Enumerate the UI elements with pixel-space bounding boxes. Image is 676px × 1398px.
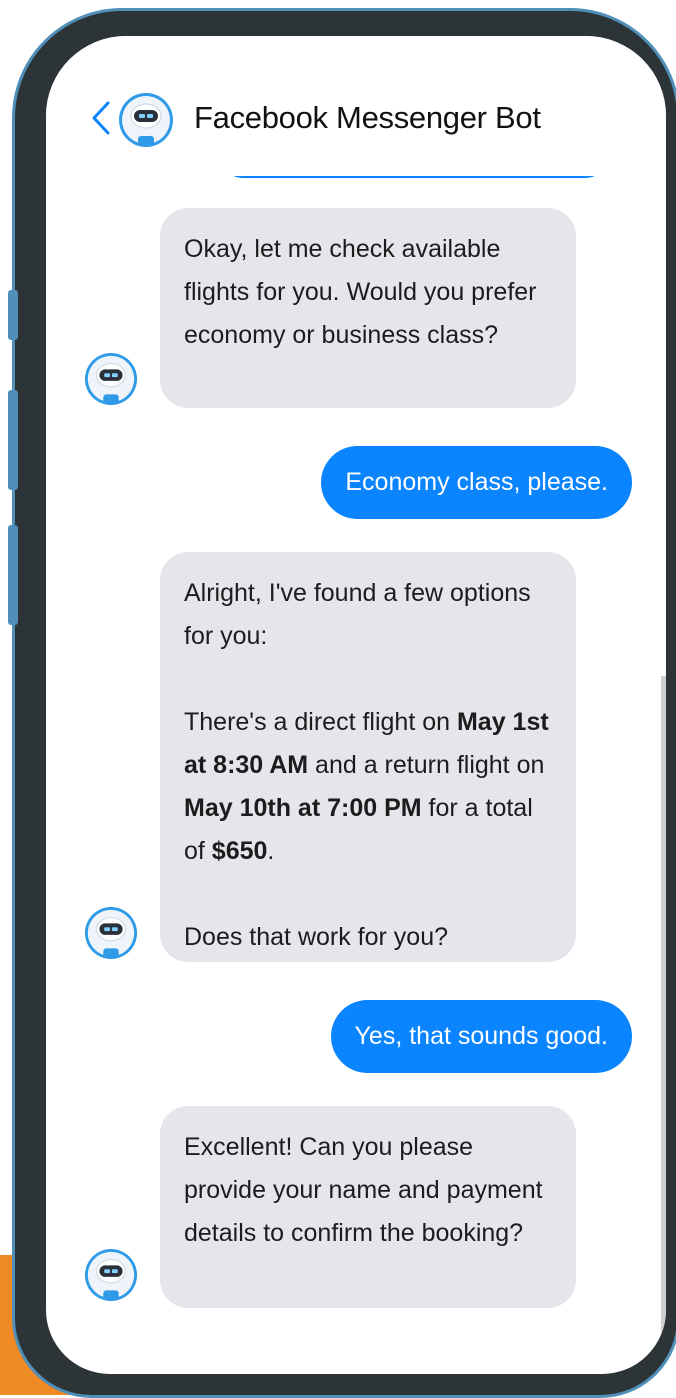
robot-avatar-icon: [84, 1248, 138, 1302]
chat-title: Facebook Messenger Bot: [194, 100, 541, 135]
chat-header: Facebook Messenger Bot: [46, 36, 666, 176]
message-text: Alright, I've found a few options for yo…: [184, 579, 531, 650]
message-text: Economy class, please.: [345, 468, 608, 496]
robot-avatar-icon: [84, 352, 138, 406]
user-message-bubble: Economy class, please.: [321, 446, 632, 519]
phone-side-button: [8, 390, 18, 490]
robot-avatar-icon[interactable]: [118, 92, 174, 148]
bot-message-bubble: Okay, let me check available flights for…: [160, 208, 576, 408]
message-text: Okay, let me check available flights for…: [184, 235, 537, 349]
user-message-bubble: Yes, that sounds good.: [330, 1000, 632, 1073]
phone-side-button: [8, 525, 18, 625]
bot-message-bubble: Alright, I've found a few options for yo…: [160, 552, 576, 962]
chat-screen: Facebook Messenger Bot Okay, let me chec…: [46, 36, 666, 1374]
chevron-left-icon[interactable]: [86, 99, 120, 137]
message-text: Does that work for you?: [184, 923, 449, 951]
bot-message-bubble: Excellent! Can you please provide your n…: [160, 1106, 576, 1308]
phone-side-button: [8, 290, 18, 340]
robot-avatar-icon: [84, 906, 138, 960]
message-text: Yes, that sounds good.: [354, 1022, 608, 1050]
message-text: There's a direct flight on May 1st at 8:…: [184, 708, 549, 865]
scrollbar[interactable]: [661, 676, 666, 1356]
message-text: Excellent! Can you please provide your n…: [184, 1133, 543, 1247]
